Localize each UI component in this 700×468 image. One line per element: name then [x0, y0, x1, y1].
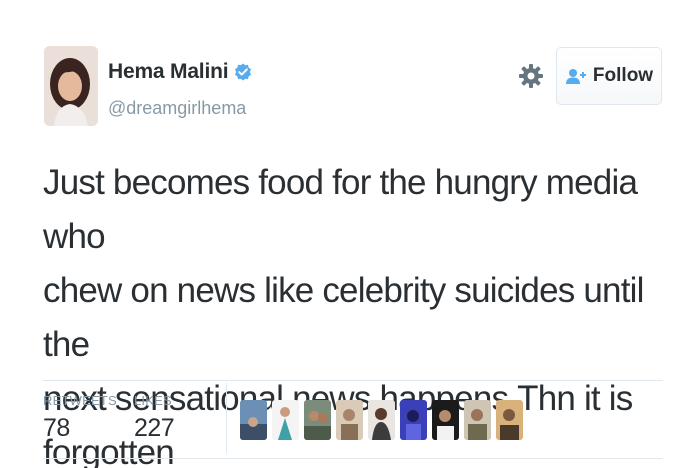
liker-avatar[interactable]	[272, 400, 299, 440]
follow-button[interactable]: Follow	[556, 47, 662, 105]
gear-icon[interactable]	[518, 63, 544, 89]
verified-badge-icon	[234, 63, 252, 81]
retweets-label: RETWEETS	[43, 393, 117, 408]
liker-avatars	[240, 400, 523, 440]
add-user-icon	[565, 68, 587, 84]
tweet-text-line: Just becomes food for the hungry media w…	[43, 163, 638, 256]
liker-avatar[interactable]	[336, 400, 363, 440]
display-name[interactable]: Hema Malini	[108, 60, 252, 84]
avatar[interactable]	[44, 46, 98, 126]
likes-label: LIKES	[134, 393, 172, 408]
liker-avatar[interactable]	[496, 400, 523, 440]
follow-button-label: Follow	[592, 65, 654, 86]
stats-divider-top	[43, 380, 663, 381]
liker-avatar[interactable]	[464, 400, 491, 440]
tweet-card: Hema Malini @dreamgirlhema Follow Just b…	[0, 0, 700, 468]
display-name-text[interactable]: Hema Malini	[108, 60, 229, 84]
stats-separator	[226, 383, 227, 453]
retweets-count: 78	[43, 414, 70, 442]
liker-avatar[interactable]	[368, 400, 395, 440]
liker-avatar[interactable]	[432, 400, 459, 440]
likes-count: 227	[134, 414, 175, 442]
liker-avatar[interactable]	[304, 400, 331, 440]
likes-stat[interactable]: LIKES 227	[134, 393, 175, 443]
liker-avatar[interactable]	[240, 400, 267, 440]
user-handle[interactable]: @dreamgirlhema	[108, 98, 246, 119]
liker-avatar[interactable]	[400, 400, 427, 440]
stats-divider-bottom	[43, 458, 663, 459]
retweets-stat[interactable]: RETWEETS 78	[43, 393, 117, 443]
tweet-text-line: chew on news like celebrity suicides unt…	[43, 271, 644, 364]
